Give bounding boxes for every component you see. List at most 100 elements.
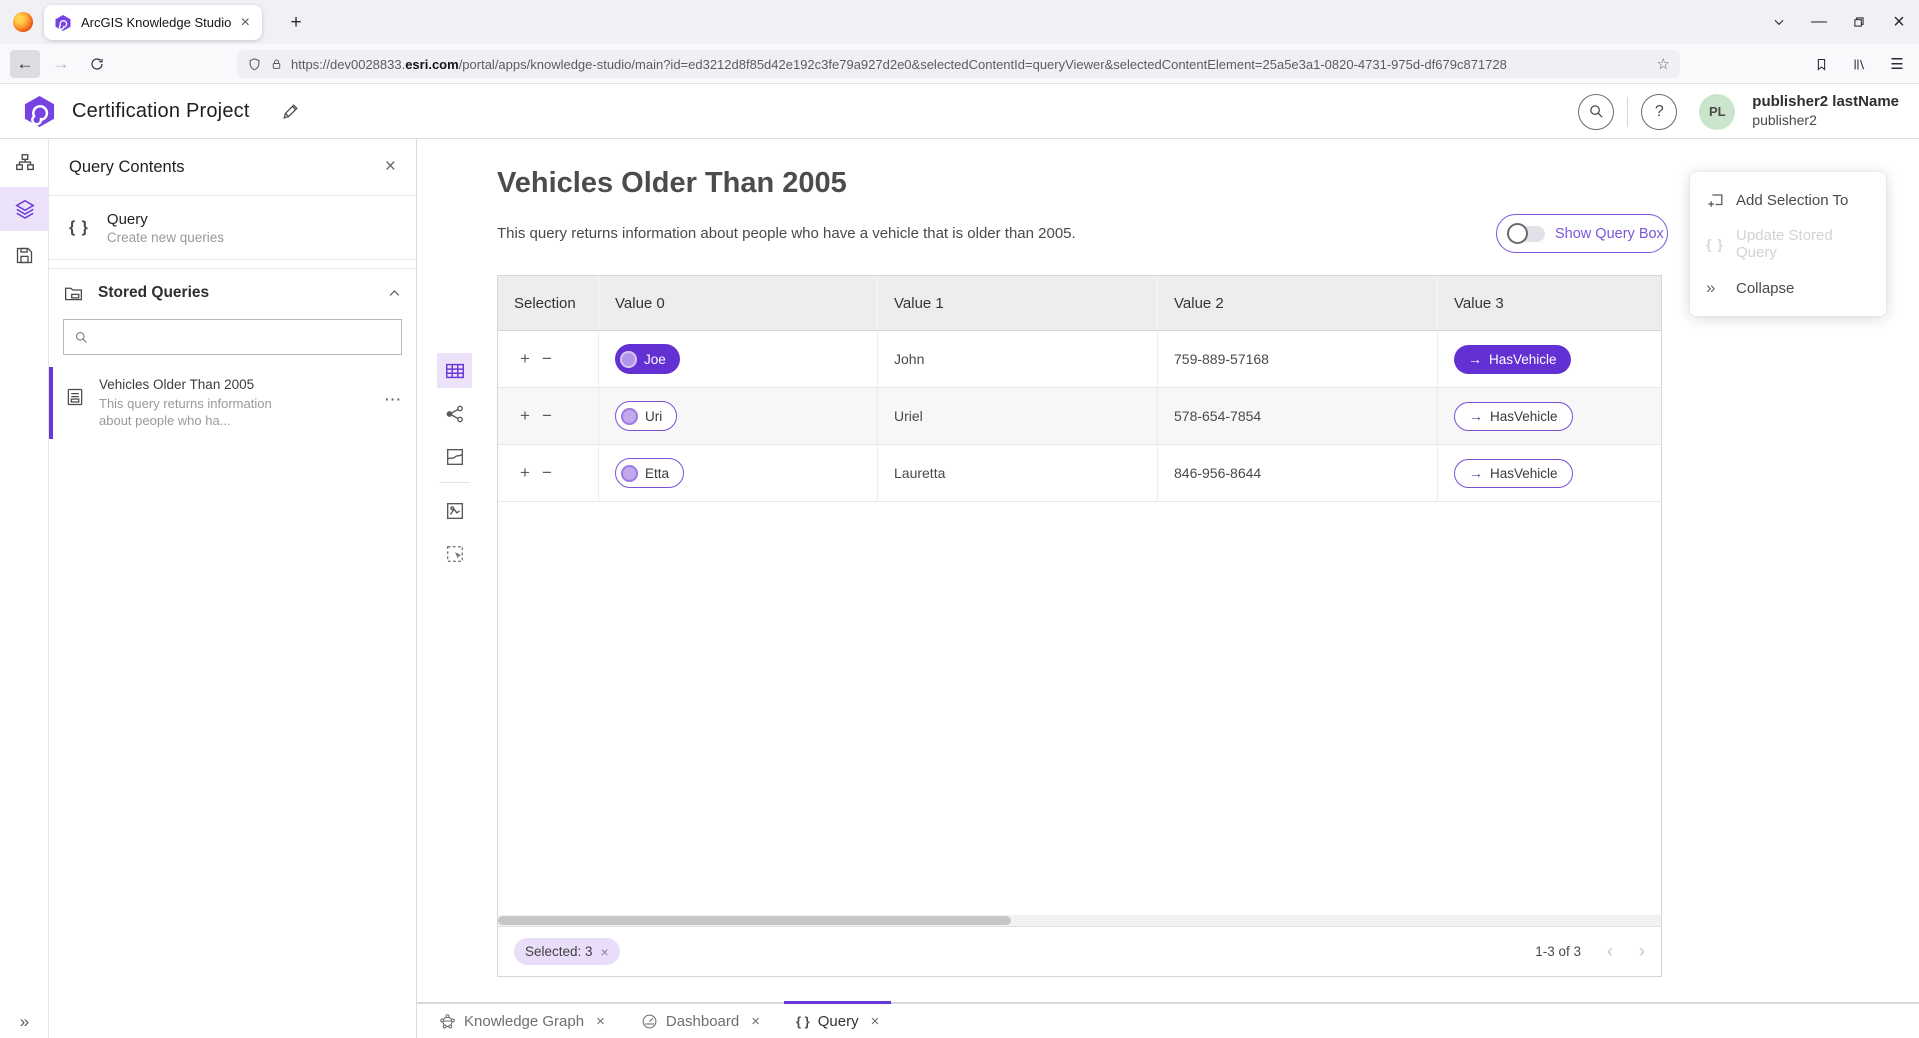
- user-role: publisher2: [1752, 112, 1899, 130]
- query-contents-panel: Query Contents × { } Query Create new qu…: [49, 139, 417, 1038]
- menu-item-update-stored-query[interactable]: { } Update Stored Query: [1690, 222, 1886, 266]
- cell-value2: 759-889-57168: [1158, 331, 1438, 387]
- expand-rail-button[interactable]: »: [0, 1012, 49, 1032]
- header-divider: [1627, 97, 1628, 127]
- add-selection-icon: [1706, 191, 1725, 210]
- table-row: + − Joe John 759-889-57168 →HasVehicle: [498, 331, 1661, 388]
- scrollbar-thumb[interactable]: [498, 916, 1011, 925]
- rail-item-contents[interactable]: [0, 187, 49, 231]
- tab-close-icon[interactable]: ×: [751, 1013, 760, 1030]
- next-page-button[interactable]: ›: [1639, 941, 1645, 962]
- menu-item-collapse[interactable]: » Collapse: [1690, 266, 1886, 310]
- clear-selection-icon[interactable]: ×: [601, 944, 609, 960]
- library-icon[interactable]: [1845, 50, 1873, 78]
- show-query-box-label: Show Query Box: [1555, 226, 1664, 242]
- list-tabs-icon[interactable]: [1759, 0, 1799, 44]
- table-row: + − Etta Lauretta 846-956-8644 →HasVehic…: [498, 445, 1661, 502]
- tab-close-icon[interactable]: ×: [596, 1013, 605, 1030]
- arcgis-favicon-icon: [54, 14, 72, 32]
- reload-button[interactable]: [82, 50, 112, 78]
- stored-query-options-icon[interactable]: ···: [385, 391, 402, 407]
- browser-navbar: ← → https://dev0028833.esri.com/portal/a…: [0, 44, 1919, 84]
- node-pill[interactable]: Uri: [615, 401, 677, 431]
- tab-close-icon[interactable]: ×: [239, 14, 252, 32]
- add-to-map-button[interactable]: [437, 493, 472, 528]
- dashboard-gauge-icon: [641, 1013, 658, 1030]
- section-gap: [49, 260, 416, 269]
- table-footer: Selected: 3× 1-3 of 3 ‹ ›: [498, 926, 1661, 976]
- table-view-button[interactable]: [437, 353, 472, 388]
- url-text[interactable]: https://dev0028833.esri.com/portal/apps/…: [291, 57, 1649, 72]
- rail-item-save[interactable]: [0, 233, 49, 277]
- rail-item-data-model[interactable]: [0, 141, 49, 185]
- map-view-button[interactable]: [437, 439, 472, 474]
- window-minimize-button[interactable]: —: [1799, 0, 1839, 44]
- firefox-icon[interactable]: [13, 12, 33, 32]
- tracking-shield-icon[interactable]: [247, 57, 262, 72]
- edge-pill[interactable]: →HasVehicle: [1454, 459, 1573, 488]
- lock-icon[interactable]: [270, 57, 283, 71]
- bookmark-star-icon[interactable]: ☆: [1657, 55, 1670, 73]
- page-title: Vehicles Older Than 2005: [497, 167, 847, 200]
- save-icon: [14, 245, 35, 266]
- window-close-button[interactable]: ×: [1879, 0, 1919, 44]
- braces-icon: { }: [1706, 236, 1724, 252]
- stored-queries-header[interactable]: Stored Queries: [49, 269, 416, 317]
- window-restore-button[interactable]: [1839, 0, 1879, 44]
- braces-icon: { }: [69, 219, 89, 237]
- main-content: Vehicles Older Than 2005 This query retu…: [417, 139, 1919, 1038]
- query-item-title: Query: [107, 211, 224, 228]
- save-page-icon[interactable]: [1807, 50, 1835, 78]
- search-button[interactable]: [1578, 94, 1614, 130]
- menu-item-add-selection-to[interactable]: Add Selection To: [1690, 178, 1886, 222]
- menu-hamburger-icon[interactable]: ☰: [1883, 50, 1911, 78]
- edge-pill[interactable]: →HasVehicle: [1454, 345, 1571, 374]
- tab-dashboard[interactable]: Dashboard ×: [629, 1003, 772, 1038]
- back-button[interactable]: ←: [10, 50, 40, 78]
- stored-query-doc-icon: [65, 387, 85, 407]
- chevron-up-icon[interactable]: [387, 286, 402, 301]
- selected-count-chip[interactable]: Selected: 3×: [514, 938, 620, 965]
- map-icon: [444, 446, 466, 468]
- new-tab-button[interactable]: +: [283, 10, 309, 36]
- previous-page-button[interactable]: ‹: [1607, 941, 1613, 962]
- horizontal-scrollbar[interactable]: [498, 915, 1661, 926]
- stored-queries-title: Stored Queries: [98, 284, 387, 302]
- url-bar[interactable]: https://dev0028833.esri.com/portal/apps/…: [237, 50, 1680, 78]
- tab-close-icon[interactable]: ×: [871, 1013, 880, 1030]
- map-pin-icon: [444, 500, 466, 522]
- avatar[interactable]: PL: [1699, 94, 1735, 130]
- select-region-button[interactable]: [437, 536, 472, 571]
- node-dot-icon: [621, 408, 638, 425]
- toolbar-divider: [439, 482, 470, 483]
- add-to-selection-button[interactable]: +: [514, 406, 536, 426]
- add-to-selection-button[interactable]: +: [514, 463, 536, 483]
- stored-query-item[interactable]: Vehicles Older Than 2005 This query retu…: [49, 367, 416, 439]
- show-query-box-toggle[interactable]: Show Query Box: [1496, 214, 1668, 253]
- user-block[interactable]: publisher2 lastName publisher2: [1752, 93, 1907, 129]
- link-chart-view-button[interactable]: [437, 396, 472, 431]
- panel-close-icon[interactable]: ×: [385, 156, 396, 178]
- folder-icon: [63, 283, 84, 304]
- remove-from-selection-button[interactable]: −: [536, 406, 558, 426]
- query-item[interactable]: { } Query Create new queries: [49, 196, 416, 260]
- tab-knowledge-graph[interactable]: Knowledge Graph ×: [427, 1003, 617, 1038]
- forward-button[interactable]: →: [46, 50, 76, 78]
- edit-project-title-button[interactable]: [276, 96, 306, 126]
- remove-from-selection-button[interactable]: −: [536, 349, 558, 369]
- search-input[interactable]: [97, 330, 391, 345]
- node-pill[interactable]: Joe: [615, 344, 680, 374]
- tab-query[interactable]: { } Query ×: [784, 1003, 891, 1038]
- node-pill[interactable]: Etta: [615, 458, 684, 488]
- edge-pill[interactable]: →HasVehicle: [1454, 402, 1573, 431]
- toggle-knob: [1507, 223, 1528, 244]
- link-chart-icon: [444, 403, 466, 425]
- toggle-switch[interactable]: [1509, 226, 1545, 242]
- remove-from-selection-button[interactable]: −: [536, 463, 558, 483]
- arrow-right-icon: →: [1468, 351, 1482, 367]
- stored-queries-search[interactable]: [63, 319, 402, 355]
- tab-title: ArcGIS Knowledge Studio: [81, 15, 239, 30]
- add-to-selection-button[interactable]: +: [514, 349, 536, 369]
- help-button[interactable]: ?: [1641, 94, 1677, 130]
- browser-tab[interactable]: ArcGIS Knowledge Studio ×: [44, 5, 262, 40]
